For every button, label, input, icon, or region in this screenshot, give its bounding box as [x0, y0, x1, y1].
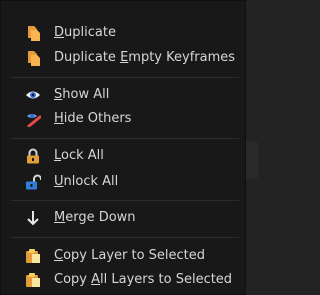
- duplicate-icon: [23, 25, 43, 41]
- menu-item-label: Copy All Layers to Selected: [54, 272, 233, 287]
- menu-item-label: Copy Layer to Selected: [54, 248, 206, 263]
- menu-item-unlock-all[interactable]: Unlock All: [1, 171, 245, 193]
- menu-item-label: Unlock All: [54, 174, 119, 189]
- menu-item-hide-others[interactable]: Hide Others: [1, 108, 245, 130]
- menu-item-label: Duplicate: [54, 25, 116, 40]
- lock-icon: [23, 148, 43, 164]
- eye-icon: [23, 87, 43, 103]
- arrow-down-icon: [23, 210, 43, 226]
- menu-item-label: Hide Others: [54, 111, 132, 126]
- menu-separator: [11, 77, 239, 78]
- menu-item-lock-all[interactable]: Lock All: [1, 145, 245, 167]
- menu-separator: [11, 237, 239, 238]
- paste-icon: [23, 248, 43, 264]
- menu-item-label: Show All: [54, 87, 110, 102]
- menu-item-label: Merge Down: [54, 210, 136, 225]
- menu-separator: [11, 200, 239, 201]
- menu-item-label: Duplicate Empty Keyframes: [54, 50, 236, 65]
- paste-icon: [23, 272, 43, 288]
- menu-item-duplicate[interactable]: Duplicate: [1, 22, 245, 44]
- menu-item-copy-all-layers-to-selected[interactable]: Copy All Layers to Selected: [1, 269, 245, 291]
- menu-item-show-all[interactable]: Show All: [1, 84, 245, 106]
- menu-item-label: Lock All: [54, 148, 104, 163]
- duplicate-icon: [23, 50, 43, 66]
- menu-item-copy-layer-to-selected[interactable]: Copy Layer to Selected: [1, 245, 245, 267]
- menu-item-merge-down[interactable]: Merge Down: [1, 207, 245, 229]
- context-menu: Duplicate Duplicate Empty Keyframes Show…: [0, 0, 246, 295]
- menu-separator: [11, 138, 239, 139]
- hide-icon: [23, 111, 43, 127]
- unlock-icon: [23, 174, 43, 190]
- menu-item-duplicate-empty-keyframes[interactable]: Duplicate Empty Keyframes: [1, 47, 245, 69]
